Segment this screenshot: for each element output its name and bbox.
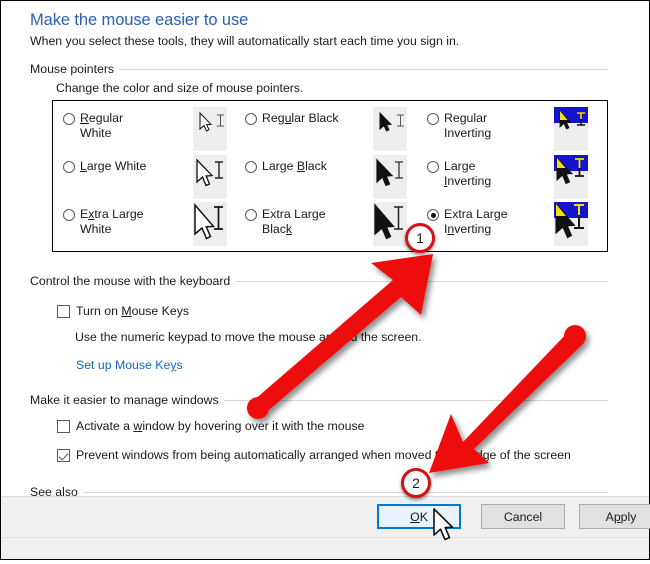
pointer-option-large-white[interactable]: Large White	[63, 159, 188, 174]
radio-extra-large-white[interactable]	[63, 209, 75, 221]
radio-extra-large-black[interactable]	[245, 209, 257, 221]
mouse-pointers-description: Change the color and size of mouse point…	[56, 81, 303, 95]
checkbox-label: Activate a window by hovering over it wi…	[76, 419, 364, 433]
group-header-keyboard: Control the mouse with the keyboard	[30, 274, 608, 288]
pointer-preview-extra-large-inverting	[554, 202, 588, 246]
pointer-preview-large-black	[373, 155, 407, 199]
mouse-keys-description: Use the numeric keypad to move the mouse…	[75, 330, 422, 344]
radio-regular-white[interactable]	[63, 113, 75, 125]
radio-large-inverting[interactable]	[427, 161, 439, 173]
pointer-option-extra-large-white[interactable]: Extra LargeWhite	[63, 207, 188, 236]
checkbox-turn-on-mouse-keys[interactable]	[57, 305, 70, 318]
ok-button-label: OK	[410, 510, 428, 524]
radio-regular-inverting[interactable]	[427, 113, 439, 125]
ok-button[interactable]: OK	[377, 504, 461, 529]
pointer-option-regular-inverting[interactable]: RegularInverting	[427, 111, 552, 140]
checkbox-label: Turn on Mouse Keys	[76, 304, 189, 318]
pointer-option-label: Extra LargeInverting	[444, 207, 508, 236]
group-rule	[224, 400, 608, 401]
checkbox-row-activate-window-hover[interactable]: Activate a window by hovering over it wi…	[57, 419, 364, 433]
pointer-option-label: Large White	[80, 159, 146, 174]
pointer-option-large-inverting[interactable]: LargeInverting	[427, 159, 552, 188]
group-label-keyboard: Control the mouse with the keyboard	[30, 274, 235, 288]
radio-extra-large-inverting[interactable]	[427, 209, 439, 221]
radio-large-black[interactable]	[245, 161, 257, 173]
checkbox-label: Prevent windows from being automatically…	[76, 448, 571, 462]
apply-button[interactable]: Apply	[579, 504, 650, 529]
pointer-preview-regular-inverting	[554, 107, 588, 151]
cancel-button-label: Cancel	[504, 510, 542, 524]
group-header-manage-windows: Make it easier to manage windows	[30, 393, 608, 407]
pointer-preview-large-inverting	[554, 155, 588, 199]
group-rule	[119, 69, 608, 70]
pointer-option-label: Large Black	[262, 159, 327, 174]
group-label-mouse-pointers: Mouse pointers	[30, 62, 119, 76]
pointer-preview-regular-black	[373, 107, 407, 151]
pointer-option-regular-black[interactable]: Regular Black	[245, 111, 370, 126]
group-header-mouse-pointers: Mouse pointers	[30, 62, 608, 76]
pointer-option-extra-large-inverting[interactable]: Extra LargeInverting	[427, 207, 552, 236]
checkbox-row-mouse-keys[interactable]: Turn on Mouse Keys	[57, 304, 189, 318]
checkbox-row-prevent-auto-arrange[interactable]: Prevent windows from being automatically…	[57, 448, 571, 462]
group-label-manage-windows: Make it easier to manage windows	[30, 393, 224, 407]
pointer-option-extra-large-black[interactable]: Extra LargeBlack	[245, 207, 370, 236]
pointer-preview-extra-large-black	[373, 202, 407, 246]
checkbox-prevent-windows-auto-arrange[interactable]	[57, 449, 70, 462]
pointer-option-label: RegularInverting	[444, 111, 491, 140]
group-rule	[83, 492, 608, 493]
cancel-button[interactable]: Cancel	[481, 504, 565, 529]
page-subtitle: When you select these tools, they will a…	[30, 34, 459, 48]
pointer-option-regular-white[interactable]: RegularWhite	[63, 111, 188, 140]
radio-regular-black[interactable]	[245, 113, 257, 125]
group-rule	[235, 281, 608, 282]
dialog-button-bar: OK Cancel Apply	[1, 496, 649, 559]
pointer-option-label: LargeInverting	[444, 159, 491, 188]
link-set-up-mouse-keys[interactable]: Set up Mouse Keys	[76, 358, 183, 372]
page-title: Make the mouse easier to use	[30, 11, 248, 30]
accessibility-mouse-settings-page: Make the mouse easier to use When you se…	[1, 1, 649, 559]
pointer-option-label: Regular Black	[262, 111, 339, 126]
mouse-pointer-option-grid: RegularWhite Large White Extra LargeWhit…	[52, 100, 608, 252]
pointer-option-label: RegularWhite	[80, 111, 123, 140]
pointer-preview-extra-large-white	[193, 202, 227, 246]
pointer-preview-regular-white	[193, 107, 227, 151]
pointer-option-label: Extra LargeBlack	[262, 207, 326, 236]
radio-large-white[interactable]	[63, 161, 75, 173]
pointer-preview-large-white	[193, 155, 227, 199]
apply-button-label: Apply	[606, 510, 637, 524]
pointer-option-large-black[interactable]: Large Black	[245, 159, 370, 174]
pointer-option-label: Extra LargeWhite	[80, 207, 144, 236]
button-bar-divider	[1, 537, 649, 538]
checkbox-activate-window-by-hovering[interactable]	[57, 420, 70, 433]
